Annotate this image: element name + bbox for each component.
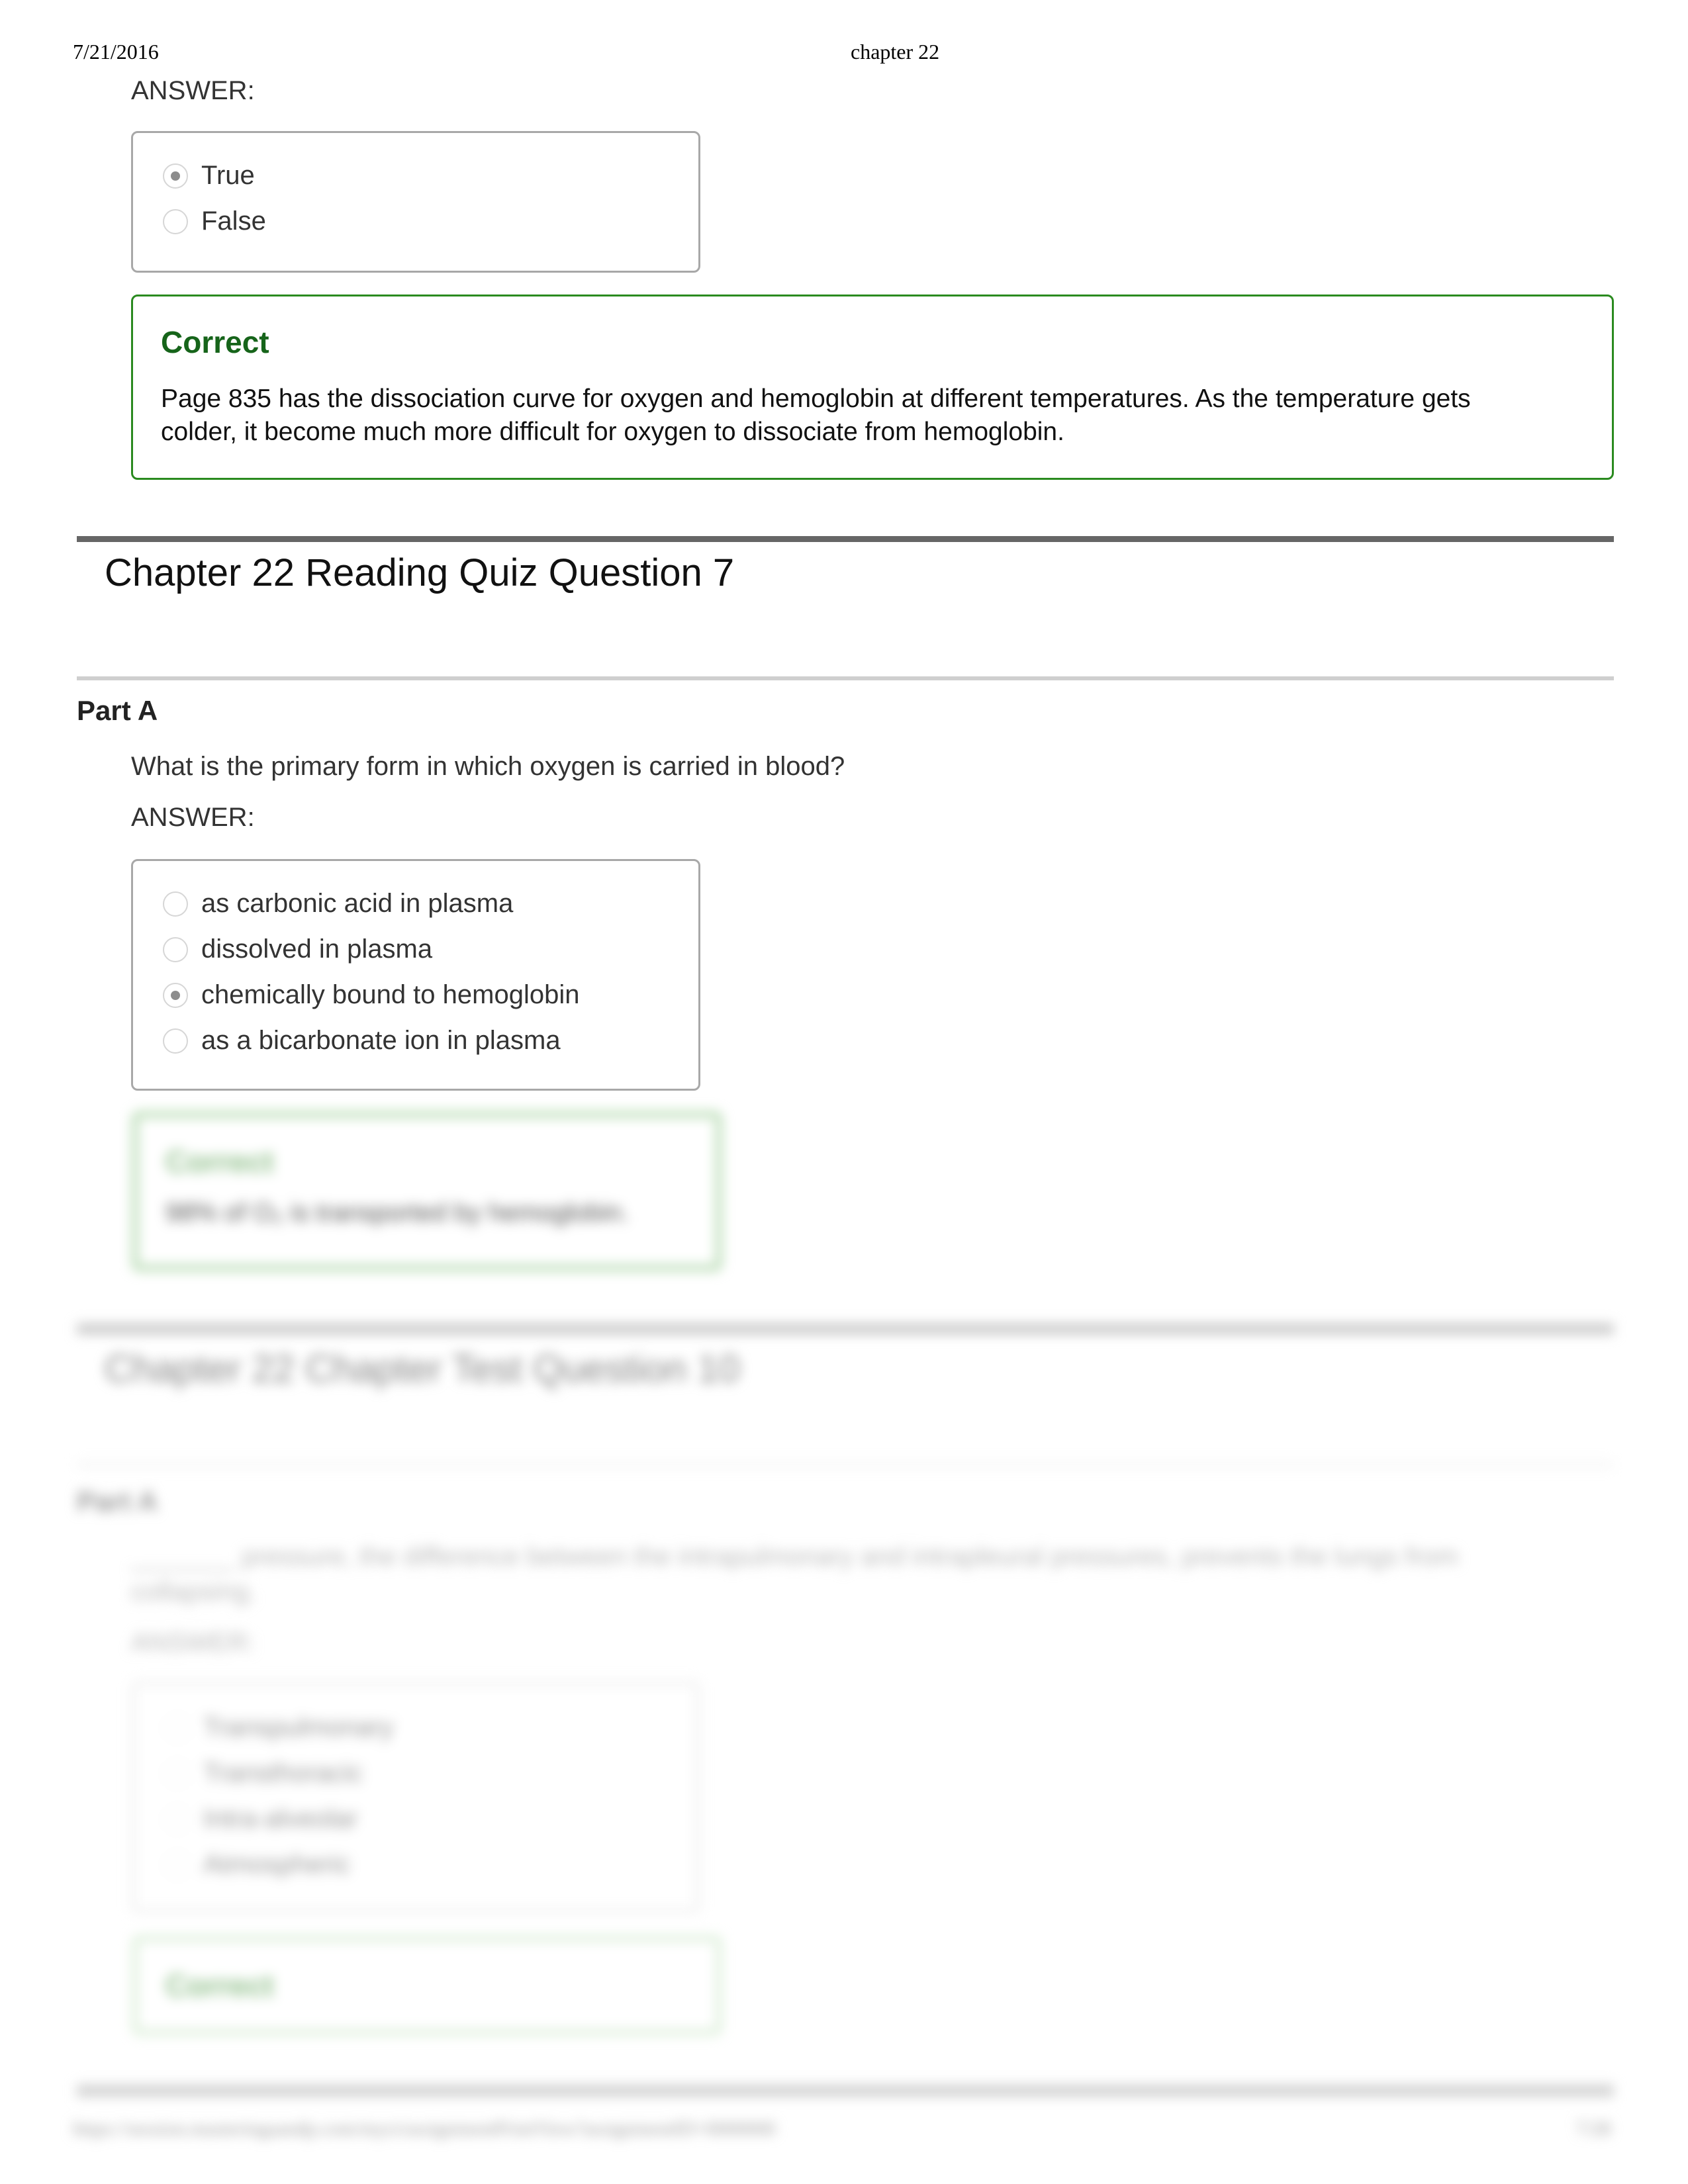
answer-options-box: Transpulmonary Transthoracic Intra-alveo… [131, 1681, 700, 1913]
option-label: Transpulmonary [203, 1713, 394, 1742]
footer-divider [77, 2085, 1614, 2097]
radio-unselected-icon[interactable] [165, 1760, 190, 1786]
option-4[interactable]: as a bicarbonate ion in plasma [163, 1026, 561, 1056]
feedback-correct-box: Correct 98% of O₂ is transported by hemo… [132, 1112, 722, 1271]
section-divider [77, 536, 1614, 542]
feedback-correct-box: Correct Page 835 has the dissociation cu… [131, 295, 1614, 480]
answer-label: ANSWER: [131, 1628, 255, 1657]
question-text: What is the primary form in which oxygen… [131, 752, 845, 781]
feedback-text: Page 835 has the dissociation curve for … [161, 385, 1471, 446]
option-true[interactable]: True [163, 161, 255, 191]
radio-unselected-icon[interactable] [163, 1028, 188, 1054]
option-label: as a bicarbonate ion in plasma [201, 1026, 561, 1055]
part-divider [77, 1463, 1614, 1467]
option-label: False [201, 206, 266, 236]
radio-selected-icon[interactable] [163, 163, 188, 189]
feedback-status: Correct [165, 1144, 274, 1179]
radio-unselected-icon[interactable] [165, 1852, 190, 1878]
answer-label: ANSWER: [131, 76, 255, 105]
answer-options-box: as carbonic acid in plasma dissolved in … [131, 859, 700, 1091]
section-divider [77, 1324, 1614, 1334]
print-date: 7/21/2016 [73, 40, 159, 64]
answer-label: ANSWER: [131, 803, 255, 832]
question-text: _______ pressure, the difference between… [131, 1542, 1458, 1607]
part-label: Part A [77, 695, 158, 726]
feedback-correct-box: Correct [132, 1936, 722, 2035]
option-label: dissolved in plasma [201, 934, 433, 964]
radio-unselected-icon[interactable] [163, 936, 188, 962]
radio-unselected-icon[interactable] [163, 891, 188, 917]
question-title: Chapter 22 Reading Quiz Question 7 [105, 551, 735, 594]
option-label: True [201, 161, 255, 190]
option-label: Transthoracic [203, 1758, 363, 1788]
feedback-text: 98% of O₂ is transported by hemoglobin. [165, 1199, 630, 1227]
option-label: chemically bound to hemoglobin [201, 980, 580, 1009]
question-line-2: collapsing. [131, 1577, 257, 1606]
question-title: Chapter 22 Chapter Test Question 10 [105, 1347, 740, 1390]
option-3[interactable]: chemically bound to hemoglobin [163, 980, 579, 1010]
feedback-status: Correct [161, 325, 269, 359]
radio-unselected-icon[interactable] [163, 208, 188, 234]
part-label: Part A [77, 1486, 158, 1517]
option-2[interactable]: Transthoracic [165, 1758, 363, 1788]
option-1[interactable]: as carbonic acid in plasma [163, 889, 513, 919]
option-label: as carbonic acid in plasma [201, 889, 514, 918]
part-divider [77, 676, 1614, 680]
radio-unselected-icon[interactable] [165, 1715, 190, 1741]
option-4[interactable]: Atmospheric [165, 1850, 350, 1880]
option-false[interactable]: False [163, 206, 266, 236]
print-title: chapter 22 [851, 40, 940, 64]
radio-unselected-icon[interactable] [165, 1806, 190, 1832]
option-2[interactable]: dissolved in plasma [163, 934, 432, 964]
feedback-status: Correct [165, 1968, 274, 2003]
option-3[interactable]: Intra-alveolar [165, 1804, 357, 1834]
footer-url: https://session.masteringaandp.com/myct/… [73, 2118, 776, 2140]
option-label: Atmospheric [203, 1850, 351, 1879]
option-label: Intra-alveolar [203, 1804, 358, 1833]
radio-selected-icon[interactable] [163, 982, 188, 1008]
footer-page-number: 7/28 [1575, 2118, 1611, 2140]
question-line-1: _______ pressure, the difference between… [131, 1542, 1458, 1571]
option-1[interactable]: Transpulmonary [165, 1713, 394, 1743]
answer-options-box: True False [131, 131, 700, 273]
